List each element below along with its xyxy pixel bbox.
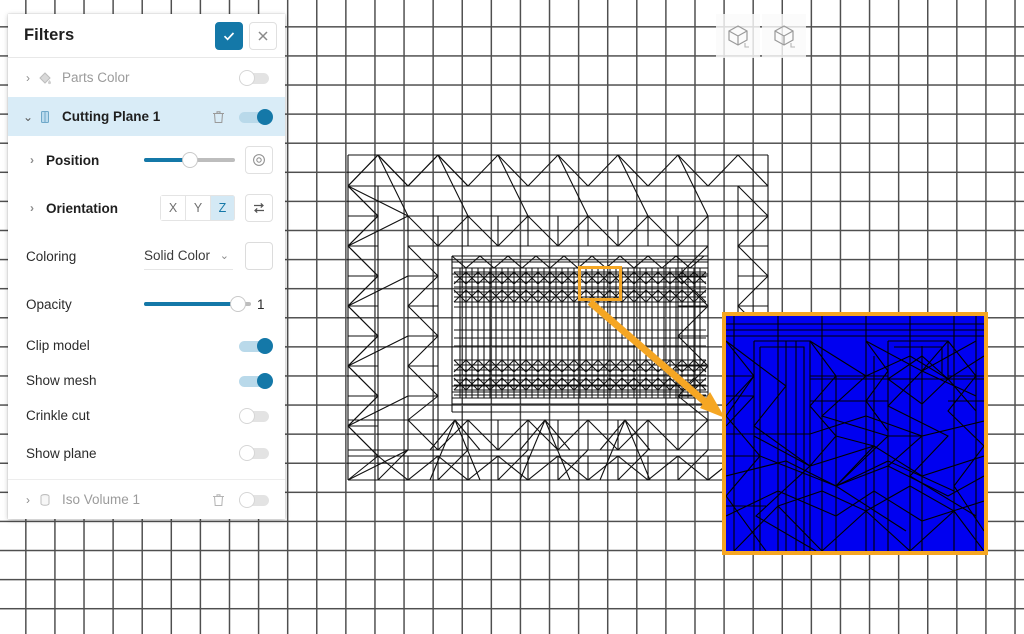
- orientation-label-group: › Orientation: [26, 201, 144, 216]
- close-button[interactable]: [249, 22, 277, 50]
- view-tools: [716, 14, 806, 58]
- paint-bucket-icon: [34, 70, 56, 86]
- trash-icon: [212, 493, 225, 507]
- orientation-axis-group: X Y Z: [160, 195, 235, 221]
- delete-filter-button[interactable]: [207, 493, 229, 507]
- opacity-label: Opacity: [26, 297, 144, 312]
- coloring-select[interactable]: Solid Color ⌄: [144, 243, 233, 270]
- app-root: Filters › Parts Color: [0, 0, 1024, 634]
- filter-label: Iso Volume 1: [56, 492, 207, 507]
- property-row-crinkle-cut: Crinkle cut: [8, 398, 285, 433]
- apply-button[interactable]: [215, 22, 243, 50]
- property-row-clip-model: Clip model: [8, 328, 285, 363]
- filter-row-iso-volume-1[interactable]: › Iso Volume 1: [8, 480, 285, 519]
- flip-orientation-button[interactable]: [245, 194, 273, 222]
- coloring-color-swatch[interactable]: [245, 242, 273, 270]
- position-label-group: › Position: [26, 153, 144, 168]
- iso-volume-icon: [34, 492, 56, 508]
- position-label: Position: [46, 153, 99, 168]
- filters-panel: Filters › Parts Color: [8, 14, 285, 519]
- expand-chevron-icon[interactable]: ›: [22, 493, 34, 507]
- filter-label: Cutting Plane 1: [56, 109, 207, 124]
- position-slider[interactable]: [144, 152, 235, 168]
- show-mesh-label: Show mesh: [26, 373, 229, 388]
- property-row-coloring: Coloring Solid Color ⌄: [8, 232, 285, 280]
- filter-enable-toggle[interactable]: [239, 492, 273, 508]
- axis-button-z[interactable]: Z: [210, 195, 235, 221]
- axis-button-y[interactable]: Y: [185, 195, 210, 221]
- property-row-position: › Position: [8, 136, 285, 184]
- target-icon: [251, 152, 267, 168]
- crinkle-cut-toggle[interactable]: [239, 408, 273, 424]
- crinkle-cut-label: Crinkle cut: [26, 408, 229, 423]
- collapse-chevron-icon[interactable]: ⌄: [22, 110, 34, 124]
- opacity-value: 1: [257, 297, 273, 312]
- show-mesh-toggle[interactable]: [239, 373, 273, 389]
- magnifier-source-box: [578, 266, 622, 301]
- coloring-label: Coloring: [26, 249, 144, 264]
- page-title: Filters: [24, 26, 209, 45]
- show-plane-label: Show plane: [26, 446, 229, 461]
- cube-icon: [725, 23, 751, 49]
- filter-row-cutting-plane-1[interactable]: ⌄ Cutting Plane 1: [8, 97, 285, 136]
- cutting-plane-icon: [34, 109, 56, 125]
- cube-icon: [771, 23, 797, 49]
- magnified-mesh-inset: [722, 312, 988, 555]
- filter-row-parts-color[interactable]: › Parts Color: [8, 58, 285, 97]
- show-plane-toggle[interactable]: [239, 445, 273, 461]
- opacity-slider[interactable]: [144, 296, 251, 312]
- expand-chevron-icon[interactable]: ›: [26, 153, 38, 167]
- view-cube-button-2[interactable]: [762, 14, 806, 58]
- orientation-label: Orientation: [46, 201, 118, 216]
- trash-icon: [212, 110, 225, 124]
- filter-enable-toggle[interactable]: [239, 109, 273, 125]
- flip-arrows-icon: [251, 200, 267, 216]
- expand-chevron-icon[interactable]: ›: [22, 71, 34, 85]
- position-reset-button[interactable]: [245, 146, 273, 174]
- coloring-select-value: Solid Color: [144, 248, 220, 263]
- chevron-down-icon: ⌄: [220, 249, 229, 262]
- clip-model-label: Clip model: [26, 338, 229, 353]
- view-cube-button-1[interactable]: [716, 14, 760, 58]
- property-row-orientation: › Orientation X Y Z: [8, 184, 285, 232]
- property-row-show-plane: Show plane: [8, 433, 285, 473]
- check-icon: [222, 29, 236, 43]
- property-row-opacity: Opacity 1: [8, 280, 285, 328]
- expand-chevron-icon[interactable]: ›: [26, 201, 38, 215]
- clip-model-toggle[interactable]: [239, 338, 273, 354]
- filter-enable-toggle[interactable]: [239, 70, 273, 86]
- property-row-show-mesh: Show mesh: [8, 363, 285, 398]
- filter-label: Parts Color: [56, 70, 229, 85]
- delete-filter-button[interactable]: [207, 110, 229, 124]
- close-icon: [257, 30, 269, 42]
- axis-button-x[interactable]: X: [160, 195, 185, 221]
- panel-header: Filters: [8, 14, 285, 58]
